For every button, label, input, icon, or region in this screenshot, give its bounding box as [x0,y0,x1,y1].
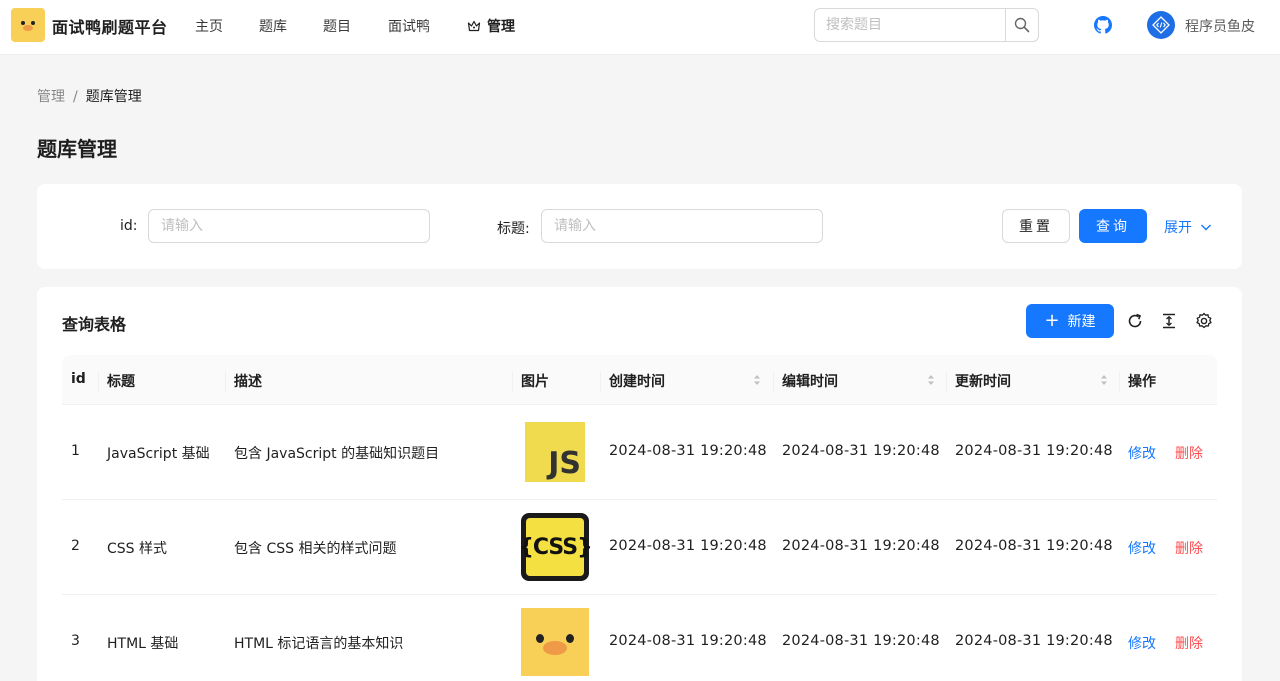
row-created: 2024-08-31 19:20:48 [609,538,767,554]
chevron-down-icon [1201,224,1211,231]
nav-admin-label: 管理 [487,19,515,35]
row-image-css[interactable]: {CSS} [518,513,593,581]
expand-toggle[interactable]: 展开 [1164,217,1212,237]
row-edited: 2024-08-31 19:20:48 [782,443,940,459]
row-id: 1 [71,443,80,459]
row-title: JavaScript 基础 [107,446,210,462]
crown-icon [467,20,481,32]
table-title: 查询表格 [62,315,127,334]
row-created: 2024-08-31 19:20:48 [609,443,767,459]
sort-icon[interactable] [927,372,935,388]
filter-card: id: 标题: 重置 查询 展开 [37,184,1242,269]
table-row: 1 JavaScript 基础 包含 JavaScript 的基础知识题目 JS… [62,405,1217,500]
row-image-js[interactable]: JS [525,422,585,482]
edit-link[interactable]: 修改 [1128,633,1156,653]
breadcrumb-separator: / [73,89,78,105]
column-header-image: 图片 [521,374,549,390]
search-input[interactable] [815,9,1005,41]
expand-label: 展开 [1164,220,1192,236]
table-row: 2 CSS 样式 包含 CSS 相关的样式问题 {CSS} 2024-08-31… [62,500,1217,595]
nav-mianshiya[interactable]: 面试鸭 [388,16,430,36]
row-updated: 2024-08-31 19:20:48 [955,443,1113,459]
duck-logo-icon[interactable] [11,8,45,42]
code-avatar-icon [1152,16,1170,34]
delete-link[interactable]: 删除 [1175,538,1203,558]
row-edited: 2024-08-31 19:20:48 [782,633,940,649]
edit-link[interactable]: 修改 [1128,538,1156,558]
search-box [814,8,1039,42]
id-filter-label: id: [120,218,138,234]
edit-link[interactable]: 修改 [1128,443,1156,463]
breadcrumb-parent[interactable]: 管理 [37,89,65,105]
column-header-edited[interactable]: 编辑时间 [782,371,838,391]
row-id: 2 [71,538,80,554]
delete-link[interactable]: 删除 [1175,443,1203,463]
search-button[interactable] [1005,9,1038,41]
page-title: 题库管理 [37,137,117,161]
row-id: 3 [71,633,80,649]
title-filter-input[interactable] [541,209,823,243]
column-header-id: id [71,371,86,387]
column-header-actions: 操作 [1128,374,1156,390]
row-desc: 包含 JavaScript 的基础知识题目 [234,446,440,462]
reset-button[interactable]: 重置 [1002,209,1070,243]
sort-icon[interactable] [753,372,761,388]
nav-admin[interactable]: 管理 [467,16,515,36]
id-filter-input[interactable] [148,209,430,243]
row-desc: HTML 标记语言的基本知识 [234,636,404,652]
breadcrumb: 管理 / 题库管理 [37,86,142,106]
settings-gear-icon[interactable] [1195,312,1213,330]
github-icon[interactable] [1094,16,1112,34]
table-header: id 标题 描述 图片 创建时间 编辑时间 更新时间 操作 [62,355,1217,405]
row-image-duck[interactable] [521,608,589,676]
plus-icon: + [1044,310,1060,331]
delete-link[interactable]: 删除 [1175,633,1203,653]
row-title: CSS 样式 [107,541,167,557]
breadcrumb-current: 题库管理 [85,89,142,105]
row-title: HTML 基础 [107,636,179,652]
column-header-title: 标题 [107,374,135,390]
title-filter-label: 标题: [497,221,530,237]
query-button[interactable]: 查询 [1079,209,1147,243]
row-created: 2024-08-31 19:20:48 [609,633,767,649]
reload-icon[interactable] [1126,312,1144,330]
table-row: 3 HTML 基础 HTML 标记语言的基本知识 2024-08-31 19:2… [62,595,1217,681]
new-button[interactable]: + 新建 [1026,304,1114,338]
density-icon[interactable] [1160,312,1178,330]
column-header-created[interactable]: 创建时间 [609,371,665,391]
nav-questions[interactable]: 题目 [323,16,351,36]
sort-icon[interactable] [1100,372,1108,388]
top-navbar: 面试鸭刷题平台 主页 题库 题目 面试鸭 管理 程序员鱼皮 [0,0,1280,55]
username[interactable]: 程序员鱼皮 [1185,16,1255,36]
brand-title[interactable]: 面试鸭刷题平台 [52,14,168,38]
nav-question-bank[interactable]: 题库 [259,16,287,36]
search-icon [1014,17,1030,33]
row-desc: 包含 CSS 相关的样式问题 [234,541,397,557]
new-button-label: 新建 [1067,314,1096,330]
nav-home[interactable]: 主页 [195,16,223,36]
table-card: 查询表格 + 新建 id 标题 描述 图片 创建时间 编辑时间 更新时间 操作 1… [37,287,1242,681]
row-updated: 2024-08-31 19:20:48 [955,633,1113,649]
column-header-updated[interactable]: 更新时间 [955,371,1011,391]
column-header-desc: 描述 [234,374,262,390]
row-edited: 2024-08-31 19:20:48 [782,538,940,554]
row-updated: 2024-08-31 19:20:48 [955,538,1113,554]
avatar[interactable] [1147,11,1175,39]
